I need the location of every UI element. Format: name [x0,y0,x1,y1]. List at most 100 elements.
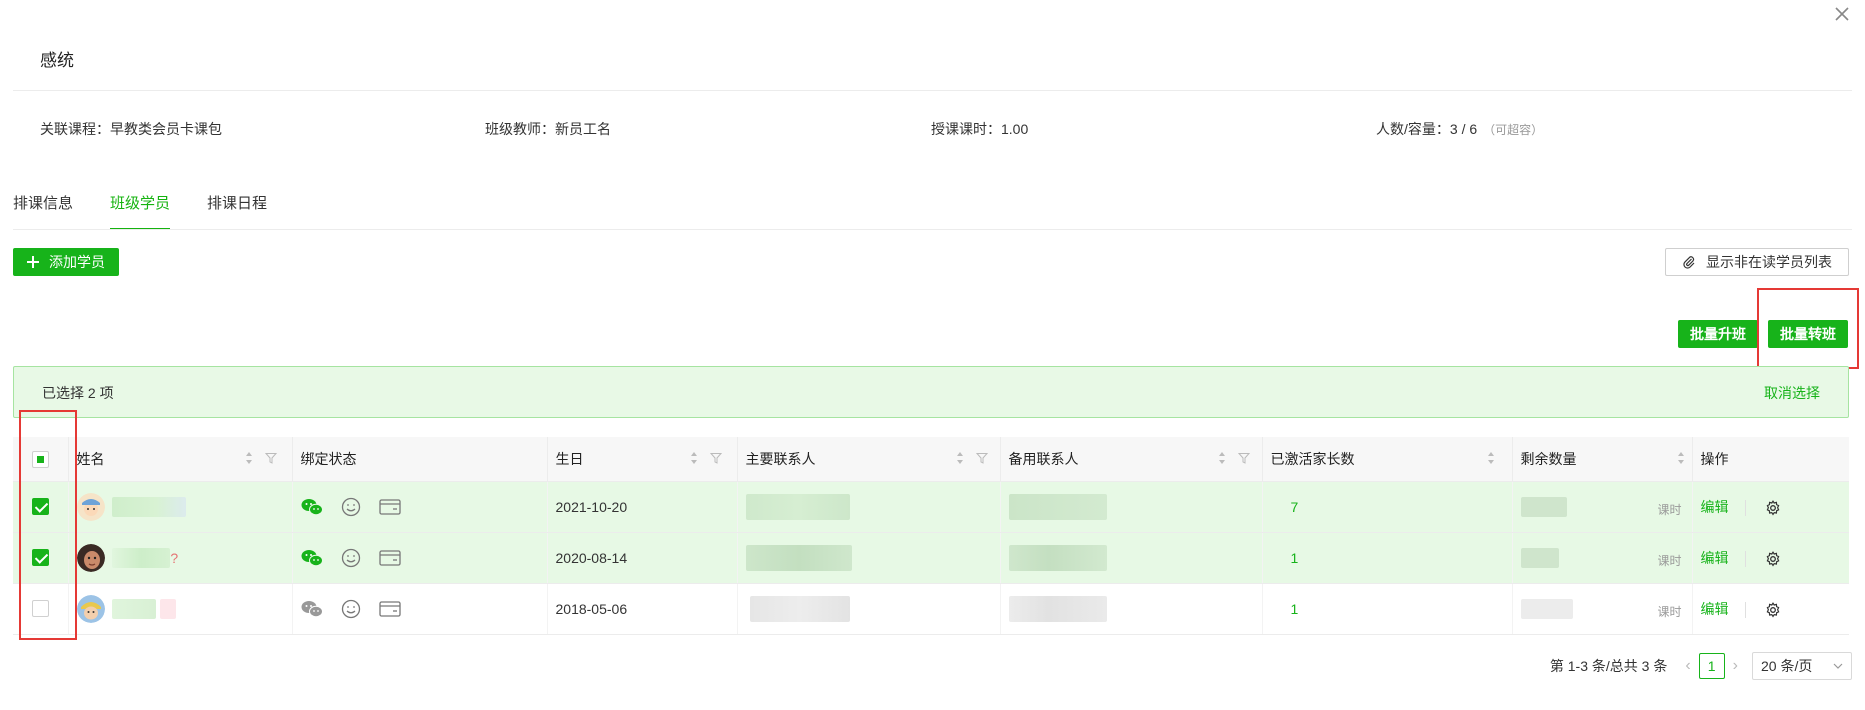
remaining-cell: 课时 [1511,532,1692,584]
sort-icon[interactable] [690,451,698,465]
backup-contact-cell [999,532,1262,584]
selection-bar: 已选择 2 项 取消选择 [13,366,1849,418]
column-header-birthday[interactable]: 生日 [546,437,737,482]
page-size-select[interactable]: 20 条/页 [1752,652,1852,680]
wechat-icon [301,498,323,515]
divider [1744,550,1746,567]
info-hours: 授课课时：1.00 [931,119,1028,139]
tab-schedule-calendar[interactable]: 排课日程 [207,192,267,230]
column-header-binding: 绑定状态 [291,437,547,482]
show-inactive-button[interactable]: 显示非在读学员列表 [1665,248,1849,276]
avatar [76,492,105,521]
header-label: 姓名 [76,450,105,467]
name-cell: ? [67,532,292,584]
gear-icon[interactable] [1765,601,1781,618]
name-cell [67,481,292,533]
teacher-label: 班级教师： [485,121,555,137]
next-page-icon[interactable]: › [1733,657,1738,675]
chevron-down-icon [1833,663,1843,669]
highlight-box-batch-transfer [1757,288,1859,369]
actions-cell: 编辑 [1691,481,1849,533]
hours-label: 授课课时： [931,121,1001,137]
filter-icon[interactable] [1237,452,1250,464]
sort-icon[interactable] [1487,451,1495,465]
sort-icon[interactable] [245,451,253,465]
contact-blurred [745,544,852,571]
close-icon[interactable] [1832,4,1852,24]
primary-contact-cell [736,583,1000,635]
table-row[interactable]: 2018-05-06 1 课时 编辑 [13,583,1849,635]
filter-icon[interactable] [709,452,722,464]
add-student-button[interactable]: 添加学员 [13,248,119,276]
pagination: 第 1-3 条/总共 3 条 ‹ 1 › 20 条/页 [1550,652,1852,680]
column-header-remaining[interactable]: 剩余数量 [1511,437,1692,482]
card-icon [378,549,401,566]
show-inactive-label: 显示非在读学员列表 [1706,254,1832,270]
prev-page-icon[interactable]: ‹ [1685,657,1690,675]
smile-icon [341,548,360,567]
divider [1744,499,1746,516]
tab-schedule-info[interactable]: 排课信息 [13,192,73,230]
wechat-icon [301,549,323,566]
student-name-blurred [112,598,157,619]
remaining-unit: 课时 [1657,553,1682,568]
table-row[interactable]: ? 2020-08-14 1 课时 编辑 [13,532,1849,584]
primary-contact-cell [736,481,1000,533]
actions-cell: 编辑 [1691,532,1849,584]
column-header-backup-contact[interactable]: 备用联系人 [999,437,1262,482]
activated-count[interactable]: 7 [1271,499,1299,515]
contact-blurred [749,595,850,622]
header-label: 生日 [555,450,584,467]
capacity-note: （可超容） [1483,123,1544,137]
column-header-primary-contact[interactable]: 主要联系人 [736,437,1000,482]
wechat-icon [301,600,323,617]
activated-count[interactable]: 1 [1271,601,1299,617]
edit-button[interactable]: 编辑 [1701,499,1729,515]
edit-button[interactable]: 编辑 [1701,550,1729,566]
activated-count[interactable]: 1 [1271,550,1299,566]
contact-blurred [745,493,850,520]
column-header-activated-parents[interactable]: 已激活家长数 [1261,437,1512,482]
student-name-blurred [160,598,177,619]
sort-icon[interactable] [1218,451,1226,465]
info-course: 关联课程：早教类会员卡课包 [40,119,222,139]
name-fragment-glyph: ? [170,549,179,566]
batch-upgrade-button[interactable]: 批量升班 [1678,320,1758,348]
column-header-name[interactable]: 姓名 [67,437,292,482]
tab-bar: 排课信息 班级学员 排课日程 [13,192,304,230]
sort-icon[interactable] [956,451,964,465]
remaining-blurred [1520,598,1573,619]
gear-icon[interactable] [1765,499,1781,516]
page-number[interactable]: 1 [1698,653,1725,679]
smile-icon [341,497,360,516]
add-student-label: 添加学员 [49,254,105,270]
header-label: 主要联系人 [745,450,816,467]
sort-icon[interactable] [1677,451,1685,465]
selection-count: 已选择 2 项 [42,385,114,401]
filter-icon[interactable] [264,452,277,464]
table-row[interactable]: 2021-10-20 7 课时 编辑 [13,481,1849,533]
filter-icon[interactable] [975,452,988,464]
capacity-label: 人数/容量： [1376,121,1450,137]
student-name-blurred [112,547,171,568]
binding-status-cell [291,583,547,635]
remaining-blurred [1520,496,1567,517]
dialog-title: 感统 [40,51,74,70]
birthday-cell: 2021-10-20 [546,481,737,533]
tab-class-students[interactable]: 班级学员 [110,192,171,230]
info-teacher: 班级教师：新员工名 [485,119,611,139]
info-capacity: 人数/容量：3 / 6 （可超容） [1376,119,1543,139]
page-size-value: 20 条/页 [1761,658,1813,674]
gear-icon[interactable] [1765,550,1781,567]
remaining-blurred [1520,547,1559,568]
edit-button[interactable]: 编辑 [1701,601,1729,617]
contact-blurred [1008,595,1107,622]
table-header-row: 姓名 绑定状态 生日 主要联系人 备用联系人 已激活家长数 剩余数量 操作 [13,437,1849,482]
cancel-selection-link[interactable]: 取消选择 [1764,383,1820,403]
card-icon [378,600,401,617]
remaining-unit: 课时 [1657,502,1682,517]
backup-contact-cell [999,481,1262,533]
backup-contact-cell [999,583,1262,635]
tab-divider [13,229,1852,230]
remaining-unit: 课时 [1657,604,1682,619]
